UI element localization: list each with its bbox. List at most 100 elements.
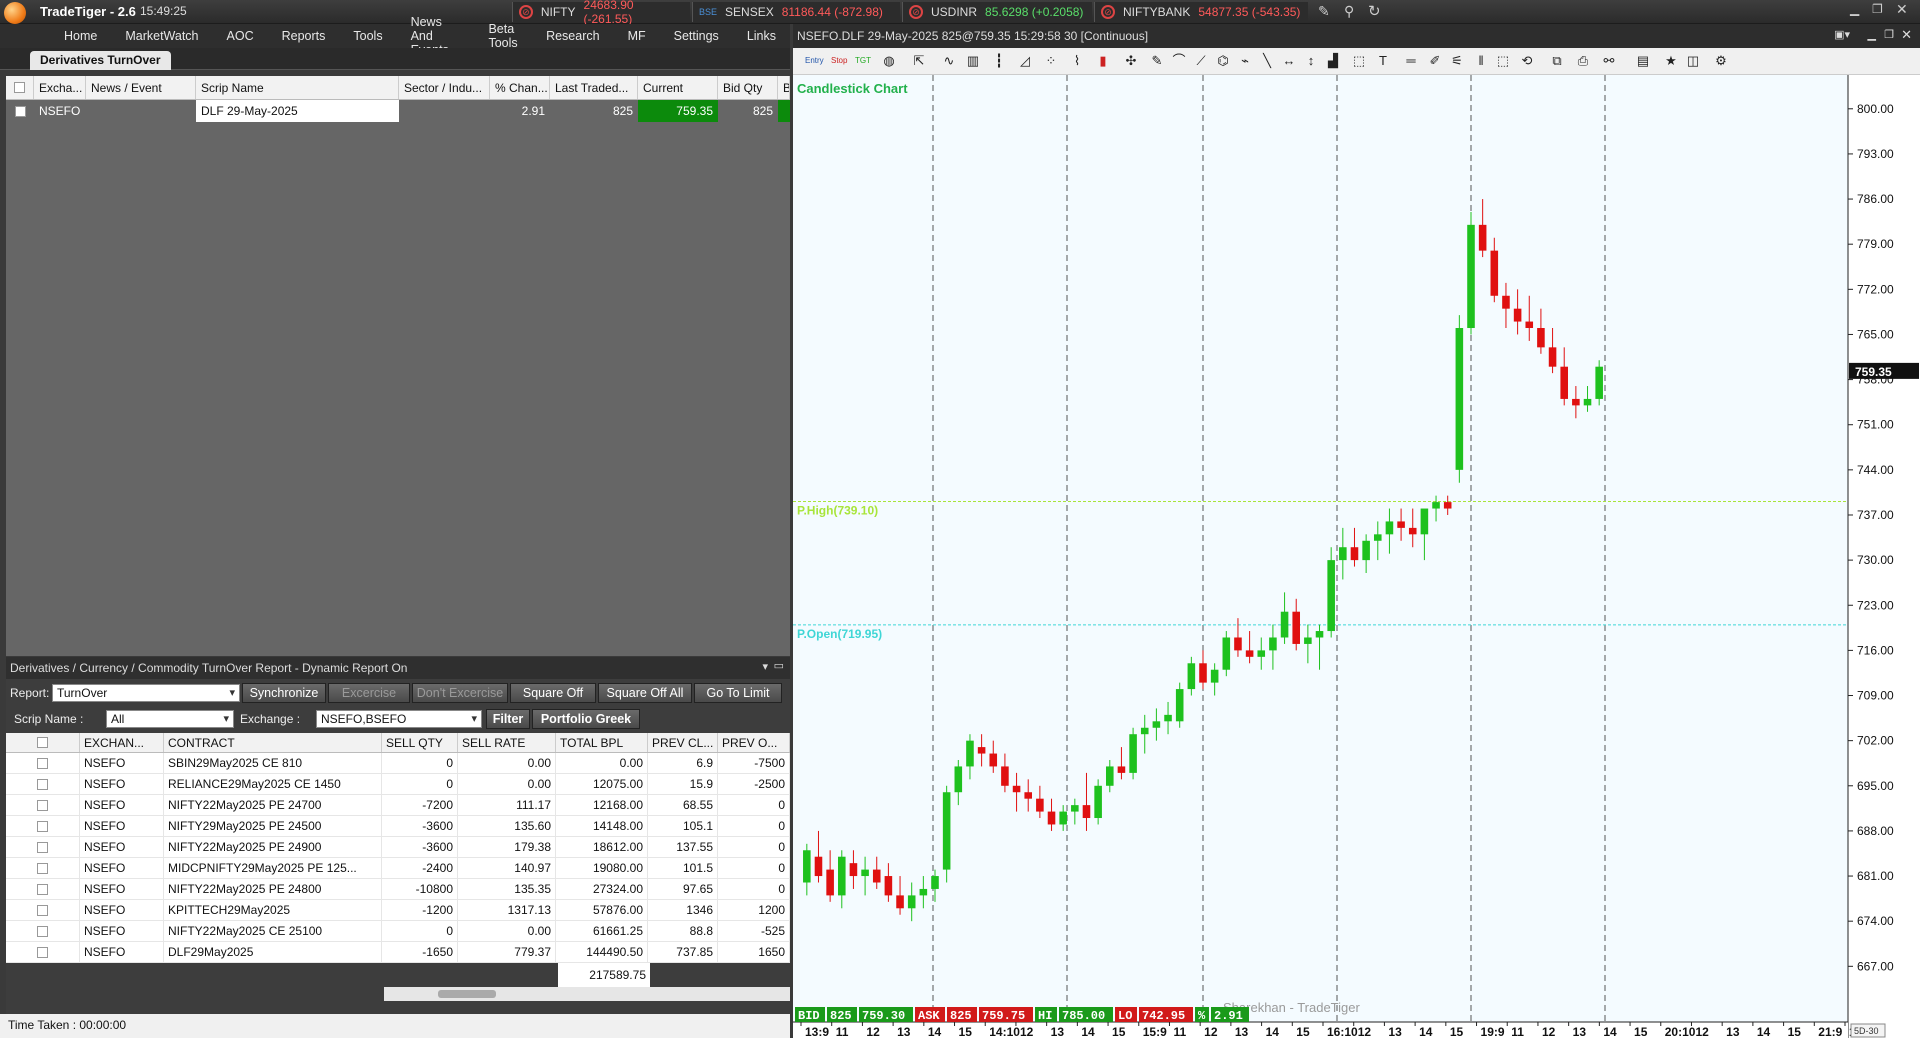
col-bid[interactable]: Bi <box>778 76 790 99</box>
menu-tools[interactable]: Tools <box>339 29 396 43</box>
horizontal-scrollbar[interactable] <box>384 987 790 1001</box>
layout-icon[interactable]: ◫ <box>1685 53 1701 69</box>
maximize-icon[interactable]: ❐ <box>1872 2 1883 16</box>
minimize-icon[interactable]: ▁ <box>1850 2 1859 16</box>
template-icon[interactable]: ▤ <box>1635 53 1651 69</box>
col-sell-qty[interactable]: SELL QTY <box>382 733 458 752</box>
exchange-select[interactable]: NSEFO,BSEFO <box>316 710 482 728</box>
cell-scrip[interactable]: DLF 29-May-2025 <box>196 100 399 122</box>
entry-icon[interactable]: Entry <box>805 53 824 69</box>
dropdown-icon[interactable]: ▾ <box>762 660 768 673</box>
print-icon[interactable]: ⎙ <box>1575 53 1591 69</box>
edit-icon[interactable]: ✎ <box>1318 3 1330 20</box>
close-icon[interactable]: ✕ <box>1896 1 1908 18</box>
menu-settings[interactable]: Settings <box>660 29 733 43</box>
row-checkbox[interactable] <box>37 862 48 874</box>
table-row[interactable]: NSEFO SBIN29May2025 CE 810 0 0.00 0.00 6.9 -75… <box>6 753 790 774</box>
menu-aoc[interactable]: AOC <box>213 29 268 43</box>
maximize-icon[interactable]: ❐ <box>1884 28 1894 41</box>
volume-icon[interactable]: ▮ <box>1095 53 1111 69</box>
col-prev-close[interactable]: PREV CL... <box>648 733 718 752</box>
row-checkbox[interactable] <box>37 904 48 916</box>
menu-marketwatch[interactable]: MarketWatch <box>111 29 212 43</box>
style-icon[interactable]: ◍ <box>881 53 897 69</box>
pin-icon[interactable]: ⚲ <box>1344 3 1354 20</box>
histogram-icon[interactable]: ▟ <box>1325 53 1341 69</box>
table-row[interactable]: NSEFO NIFTY22May2025 PE 24700 -7200 111.17 1… <box>6 795 790 816</box>
exercise-button[interactable]: Excercise <box>328 683 410 703</box>
table-row[interactable]: NSEFO NIFTY22May2025 PE 24800 -10800 135.35… <box>6 879 790 900</box>
restore-icon[interactable]: ▭ <box>774 659 784 672</box>
menu-home[interactable]: Home <box>50 29 111 43</box>
pencil-icon[interactable]: ✐ <box>1427 53 1443 69</box>
menu-beta-tools[interactable]: Beta Tools <box>474 22 532 50</box>
row-checkbox[interactable] <box>37 925 48 937</box>
crosshair-icon[interactable]: ✣ <box>1123 53 1139 69</box>
go-to-limit-button[interactable]: Go To Limit <box>694 683 782 703</box>
menu-research[interactable]: Research <box>532 29 614 43</box>
fan-icon[interactable]: ⌬ <box>1215 53 1231 69</box>
candle-icon[interactable]: ┇ <box>991 53 1007 69</box>
compare-icon[interactable]: ⧉ <box>1549 53 1565 69</box>
measure-icon[interactable]: ⚟ <box>1449 53 1465 69</box>
col-scrip[interactable]: Scrip Name <box>196 76 399 99</box>
horizontal-line-icon[interactable]: ═ <box>1403 53 1419 69</box>
report-select[interactable]: TurnOver <box>52 684 240 702</box>
col-exchange[interactable]: Excha... <box>34 76 86 99</box>
col-prev-open[interactable]: PREV O... <box>718 733 790 752</box>
scrip-name-select[interactable]: All <box>106 710 234 728</box>
row-checkbox[interactable] <box>37 883 48 895</box>
synchronize-button[interactable]: Synchronize <box>242 683 326 703</box>
table-row[interactable]: NSEFO NIFTY22May2025 CE 25100 0 0.00 61661.2… <box>6 921 790 942</box>
scatter-icon[interactable]: ⁘ <box>1043 53 1059 69</box>
candlestick-chart[interactable]: P.High(739.10) P.Open(719.95) Candlestick… <box>793 75 1920 1038</box>
table-row[interactable]: NSEFO MIDCPNIFTY29May2025 PE 125... -2400 1… <box>6 858 790 879</box>
col-bid-qty[interactable]: Bid Qty <box>718 76 778 99</box>
link-icon[interactable]: ⚯ <box>1601 53 1617 69</box>
filter-button[interactable]: Filter <box>486 709 530 729</box>
row-checkbox[interactable] <box>37 778 48 790</box>
col-contract[interactable]: CONTRACT <box>164 733 382 752</box>
ticker-nifty[interactable]: ⊘ NIFTY 24683.90 (-261.55) <box>512 0 690 26</box>
row-checkbox[interactable] <box>37 757 48 769</box>
close-icon[interactable]: ✕ <box>1901 27 1912 43</box>
line-icon[interactable]: ╲ <box>1259 53 1275 69</box>
cycle-icon[interactable]: ⟲ <box>1519 53 1535 69</box>
ray-icon[interactable]: ↔ <box>1281 53 1297 69</box>
square-off-all-button[interactable]: Square Off All <box>598 683 692 703</box>
ticker-sensex[interactable]: BSE SENSEX 81186.44 (-872.98) <box>692 2 900 22</box>
row-checkbox[interactable] <box>37 841 48 853</box>
menu-reports[interactable]: Reports <box>268 29 340 43</box>
table-row[interactable]: NSEFO DLF 29-May-2025 2.91 825 759.35 82… <box>6 100 790 122</box>
scrollbar-thumb[interactable] <box>438 990 496 998</box>
menu-mf[interactable]: MF <box>614 29 660 43</box>
line-chart-icon[interactable]: ⌇ <box>1069 53 1085 69</box>
menu-links[interactable]: Links <box>733 29 790 43</box>
portfolio-greek-button[interactable]: Portfolio Greek <box>532 709 640 729</box>
ticker-niftybank[interactable]: ⊘ NIFTYBANK 54877.35 (-543.35) <box>1094 2 1308 22</box>
col-exchange[interactable]: EXCHAN... <box>80 733 164 752</box>
refresh-icon[interactable]: ↻ <box>1368 2 1381 20</box>
vertical-line-icon[interactable]: ↕ <box>1303 53 1319 69</box>
minimize-icon[interactable]: ▁ <box>1868 28 1876 41</box>
table-row[interactable]: NSEFO NIFTY22May2025 PE 24900 -3600 179.38 1… <box>6 837 790 858</box>
trend-icon[interactable]: ⟋ <box>1193 53 1209 69</box>
col-current[interactable]: Current <box>638 76 718 99</box>
row-checkbox[interactable] <box>37 820 48 832</box>
table-row[interactable]: NSEFO DLF29May2025 -1650 779.37 144490.50 737… <box>6 942 790 963</box>
select-all-checkbox[interactable] <box>14 82 25 93</box>
text-icon[interactable]: T <box>1375 53 1391 69</box>
row-checkbox[interactable] <box>37 946 48 958</box>
target-icon[interactable]: TGT <box>855 53 871 69</box>
ruler-icon[interactable]: ⌁ <box>1237 53 1253 69</box>
col-news[interactable]: News / Event <box>86 76 196 99</box>
star-icon[interactable]: ★ <box>1663 53 1679 69</box>
table-row[interactable]: NSEFO NIFTY29May2025 PE 24500 -3600 135.60 1… <box>6 816 790 837</box>
indicator-icon[interactable]: ∿ <box>941 53 957 69</box>
cube-icon[interactable]: ⬚ <box>1351 53 1367 69</box>
curve-icon[interactable]: ⌒ <box>1171 53 1187 69</box>
zoom-icon[interactable]: ⬚ <box>1495 53 1511 69</box>
row-checkbox[interactable] <box>14 105 26 117</box>
settings-icon[interactable]: ⚙ <box>1713 53 1729 69</box>
ticker-usdinr[interactable]: ⊘ USDINR 85.6298 (+0.2058) <box>902 2 1092 22</box>
